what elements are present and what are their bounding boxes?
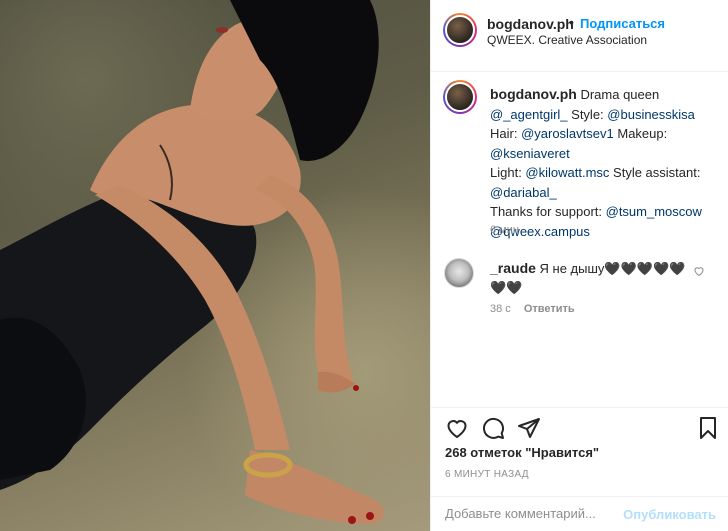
caption-text: Hair:: [490, 126, 522, 141]
mention-link[interactable]: @businesskisa: [607, 107, 695, 122]
comments-section: bogdanov.ph Drama queen @_agentgirl_ Sty…: [431, 72, 728, 407]
photo-illustration: [0, 0, 384, 525]
caption-author-avatar[interactable]: [443, 80, 477, 114]
caption-text: Drama queen: [576, 87, 660, 102]
caption-username[interactable]: bogdanov.ph: [490, 86, 577, 102]
post-photo[interactable]: [0, 0, 430, 531]
caption-text: Makeup:: [613, 126, 668, 141]
comment-meta: 38 с Ответить: [490, 303, 575, 315]
mention-link[interactable]: @yaroslavtsev1: [521, 126, 614, 141]
mention-link[interactable]: @_agentgirl_: [490, 107, 568, 122]
caption-text: Style:: [567, 106, 608, 122]
location-link[interactable]: QWEEX. Creative Association: [487, 33, 647, 47]
caption-text: Thanks for support:: [490, 204, 606, 219]
commenter-avatar[interactable]: [444, 258, 474, 288]
add-comment-bar: Опубликовать: [431, 496, 728, 531]
comment-text: _raude Я не дышу🖤🖤🖤🖤🖤🖤🖤: [490, 259, 690, 297]
mention-link[interactable]: @dariabal_: [490, 185, 557, 200]
caption-text: Style assistant:: [609, 165, 701, 180]
likes-count[interactable]: 268 отметок "Нравится": [445, 445, 599, 460]
mention-link[interactable]: @kseniaveret: [490, 146, 570, 161]
author-username[interactable]: bogdanov.ph: [487, 16, 574, 32]
post-details-panel: bogdanov.ph • Подписаться QWEEX. Creativ…: [430, 0, 728, 531]
separator-dot: •: [569, 14, 574, 30]
share-icon[interactable]: [517, 416, 541, 440]
mention-link[interactable]: @tsum_moscow: [606, 204, 702, 219]
comment-icon[interactable]: [481, 416, 505, 440]
post-caption: bogdanov.ph Drama queen @_agentgirl_ Sty…: [490, 85, 725, 241]
caption-text: Light:: [490, 165, 526, 180]
comment-input[interactable]: [445, 506, 625, 521]
comment-like-heart-icon[interactable]: [693, 265, 705, 277]
follow-button[interactable]: Подписаться: [580, 16, 665, 31]
heart-icon[interactable]: [445, 416, 469, 440]
comment-timestamp[interactable]: 38 с: [490, 303, 511, 315]
publish-button[interactable]: Опубликовать: [623, 507, 716, 522]
mention-link[interactable]: @kilowatt.msc: [525, 165, 609, 180]
reply-button[interactable]: Ответить: [524, 303, 575, 315]
post-timestamp[interactable]: 6 МИНУТ НАЗАД: [445, 469, 529, 480]
post-header: bogdanov.ph • Подписаться QWEEX. Creativ…: [431, 0, 728, 72]
bookmark-icon[interactable]: [696, 416, 720, 440]
caption-timestamp[interactable]: 6 мин.: [490, 224, 522, 236]
commenter-username[interactable]: _raude: [490, 260, 536, 276]
action-bar: [431, 407, 728, 447]
author-avatar[interactable]: [443, 13, 477, 47]
